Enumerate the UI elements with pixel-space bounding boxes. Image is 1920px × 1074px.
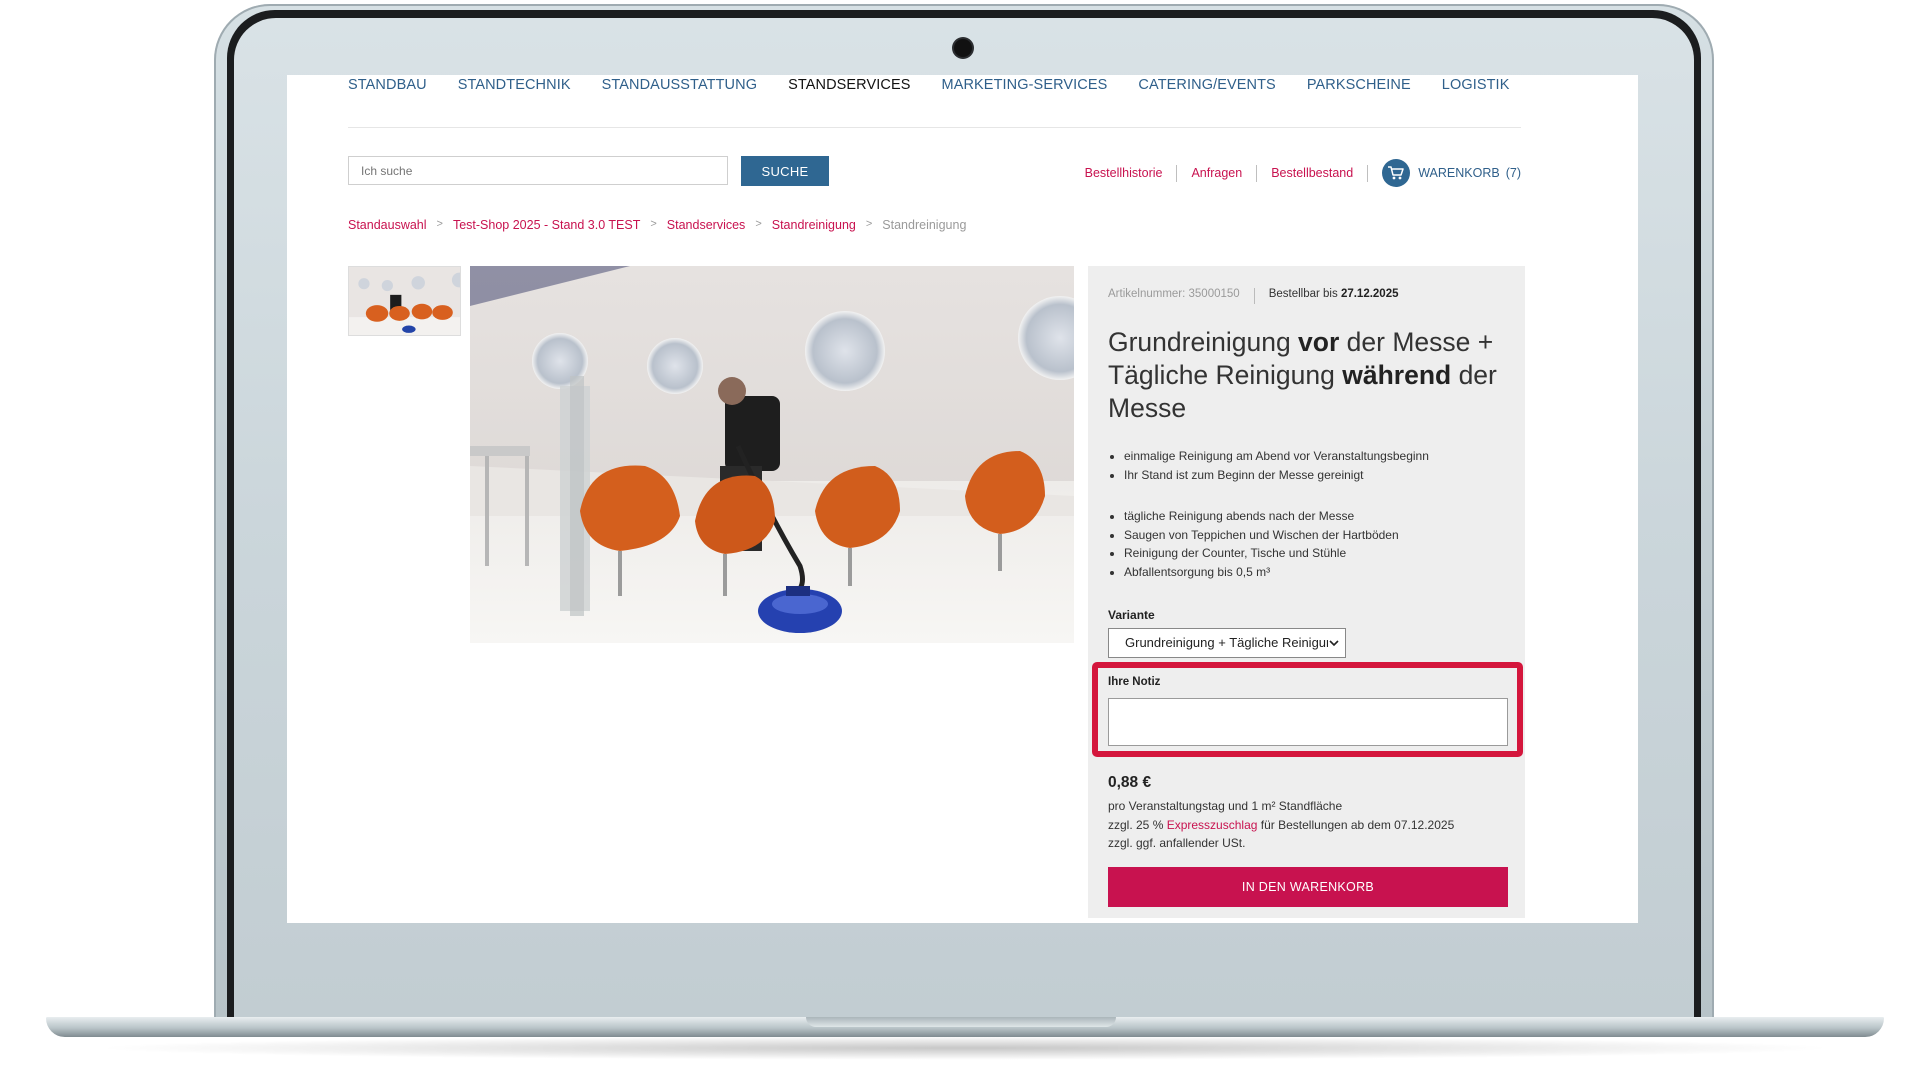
product-meta: Artikelnummer: 35000150 Bestellbar bis 2… [1108, 288, 1399, 304]
breadcrumb: Standauswahl > Test-Shop 2025 - Stand 3.… [348, 218, 966, 232]
breadcrumb-test-shop[interactable]: Test-Shop 2025 - Stand 3.0 TEST [453, 218, 640, 232]
main-nav: STANDBAU STANDTECHNIK STANDAUSSTATTUNG S… [348, 77, 1521, 128]
laptop-base-notch [806, 1017, 1116, 1027]
list-item: tägliche Reinigung abends nach der Messe [1124, 507, 1399, 526]
search-input[interactable] [348, 156, 728, 185]
account-links: Bestellhistorie Anfragen Bestellbestand … [1085, 158, 1521, 188]
shopping-cart-icon [1382, 159, 1411, 187]
surcharge-prefix: zzgl. 25 % [1108, 817, 1164, 832]
screen: STANDBAU STANDTECHNIK STANDAUSSTATTUNG S… [287, 75, 1638, 923]
laptop-shadow [90, 1036, 1840, 1060]
surcharge-suffix: für Bestellungen ab dem 07.12.2025 [1260, 817, 1455, 832]
cart-count: (7) [1505, 166, 1521, 180]
list-item: Reinigung der Counter, Tische und Stühle [1124, 544, 1399, 563]
cart-link[interactable]: WARENKORB (7) [1382, 159, 1521, 187]
camera-icon [954, 39, 972, 57]
page-content: STANDBAU STANDTECHNIK STANDAUSSTATTUNG S… [348, 75, 1525, 923]
breadcrumb-separator: > [755, 218, 762, 230]
nav-item-standbau[interactable]: STANDBAU [348, 77, 427, 93]
breadcrumb-separator: > [436, 218, 443, 230]
feature-list-daily: tägliche Reinigung abends nach der Messe… [1108, 507, 1399, 581]
orderable-date: 27.12.2025 [1340, 288, 1399, 300]
nav-item-standtechnik[interactable]: STANDTECHNIK [458, 77, 571, 93]
breadcrumb-standreinigung[interactable]: Standreinigung [772, 218, 856, 232]
variant-label: Variante [1108, 608, 1155, 622]
title-emphasis: vor [1298, 327, 1340, 357]
product-price: 0,88 € [1108, 774, 1152, 791]
orderable-prefix: Bestellbar bis [1268, 288, 1338, 300]
order-history-link[interactable]: Bestellhistorie [1085, 164, 1178, 182]
chevron-down-icon [1328, 629, 1340, 657]
express-surcharge-link[interactable]: Expresszuschlag [1167, 818, 1258, 832]
orderable-until: Bestellbar bis 27.12.2025 [1269, 288, 1399, 304]
nav-item-marketing-services[interactable]: MARKETING-SERVICES [942, 77, 1108, 93]
price-unit: pro Veranstaltungstag und 1 m² Standfläc… [1108, 799, 1343, 813]
product-thumbnail[interactable] [348, 266, 461, 336]
breadcrumb-standauswahl[interactable]: Standauswahl [348, 218, 427, 232]
nav-item-parkscheine[interactable]: PARKSCHEINE [1307, 77, 1411, 93]
title-part: Grundreinigung [1108, 327, 1299, 357]
breadcrumb-separator: > [650, 218, 657, 230]
list-item: einmalige Reinigung am Abend vor Veranst… [1124, 447, 1429, 466]
note-label: Ihre Notiz [1108, 676, 1161, 688]
requests-link[interactable]: Anfragen [1177, 164, 1258, 182]
nav-item-catering-events[interactable]: CATERING/EVENTS [1138, 77, 1275, 93]
breadcrumb-current: Standreinigung [882, 218, 967, 232]
variant-value: Grundreinigung + Tägliche Reinigung [1125, 635, 1341, 650]
product-image [470, 266, 1074, 643]
nav-item-standservices[interactable]: STANDSERVICES [788, 77, 910, 93]
add-to-cart-button[interactable]: IN DEN WARENKORB [1108, 867, 1508, 907]
list-item: Abfallentsorgung bis 0,5 m³ [1124, 563, 1399, 582]
tax-note: zzgl. ggf. anfallender USt. [1108, 836, 1246, 850]
feature-list-initial: einmalige Reinigung am Abend vor Veranst… [1108, 447, 1429, 484]
title-emphasis: während [1342, 360, 1452, 390]
breadcrumb-standservices[interactable]: Standservices [667, 218, 746, 232]
surcharge-info: zzgl. 25 % Expresszuschlag für Bestellun… [1108, 816, 1454, 835]
article-number: Artikelnummer: 35000150 [1108, 288, 1240, 300]
list-item: Ihr Stand ist zum Beginn der Messe gerei… [1124, 466, 1429, 485]
order-stock-link[interactable]: Bestellbestand [1257, 164, 1369, 182]
search-button[interactable]: SUCHE [741, 156, 829, 186]
cart-label: WARENKORB [1418, 166, 1500, 180]
nav-item-standausstattung[interactable]: STANDAUSSTATTUNG [602, 77, 757, 93]
note-input[interactable] [1108, 698, 1508, 746]
nav-item-logistik[interactable]: LOGISTIK [1442, 77, 1510, 93]
variant-select[interactable]: Grundreinigung + Tägliche Reinigung [1108, 628, 1346, 658]
product-title: Grundreinigung vor der Messe + Tägliche … [1108, 326, 1508, 425]
price-info: pro Veranstaltungstag und 1 m² Standfläc… [1108, 797, 1454, 853]
list-item: Saugen von Teppichen und Wischen der Har… [1124, 526, 1399, 545]
product-detail-panel: Artikelnummer: 35000150 Bestellbar bis 2… [1088, 266, 1525, 918]
meta-divider [1253, 288, 1255, 304]
breadcrumb-separator: > [865, 218, 873, 230]
